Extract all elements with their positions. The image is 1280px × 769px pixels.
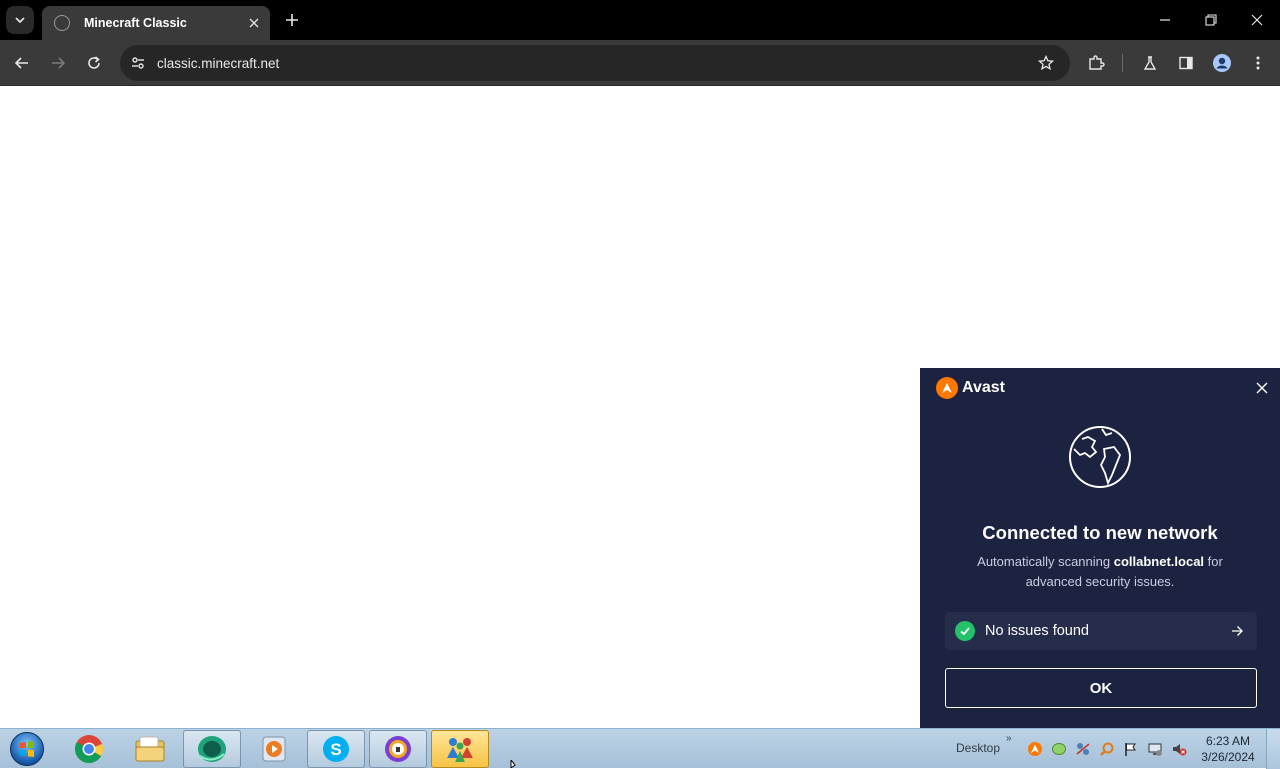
back-button[interactable] <box>8 49 36 77</box>
taskbar-file-explorer[interactable] <box>121 730 179 768</box>
computer-tray-icon[interactable] <box>1146 740 1164 758</box>
vpn-icon <box>385 736 411 762</box>
site-info-button[interactable] <box>124 49 152 77</box>
close-icon <box>249 18 259 28</box>
flag-tray-icon[interactable] <box>1122 740 1140 758</box>
clock-date: 3/26/2024 <box>1201 750 1255 764</box>
scan-status-text: No issues found <box>985 623 1089 639</box>
media-player-icon <box>262 736 286 762</box>
new-tab-button[interactable] <box>280 8 304 32</box>
reload-button[interactable] <box>80 49 108 77</box>
chrome-menu-button[interactable] <box>1244 49 1272 77</box>
taskbar-skype[interactable]: S <box>307 730 365 768</box>
toolbar-overflow-chevron[interactable]: » <box>1006 733 1012 744</box>
avast-logo-icon <box>936 377 958 399</box>
taskbar: S Desktop » 6:23 AM 3/26/2024 <box>0 728 1280 769</box>
svg-text:S: S <box>330 740 341 759</box>
tab-minecraft-classic[interactable]: Minecraft Classic <box>42 6 270 40</box>
arrow-left-icon <box>14 57 28 69</box>
labs-button[interactable] <box>1136 49 1164 77</box>
title-bar: Minecraft Classic <box>0 0 1280 40</box>
chevron-down-icon <box>15 17 25 24</box>
chat-tray-icon[interactable] <box>1050 740 1068 758</box>
volume-muted-tray-icon[interactable] <box>1170 740 1188 758</box>
file-explorer-icon <box>135 736 165 762</box>
url-text: classic.minecraft.net <box>157 55 280 71</box>
tab-title: Minecraft Classic <box>84 16 187 30</box>
taskbar-vpn[interactable] <box>369 730 427 768</box>
avast-title: Connected to new network <box>982 522 1218 543</box>
side-panel-button[interactable] <box>1172 49 1200 77</box>
flask-icon <box>1143 56 1157 70</box>
avast-brand-label: Avast <box>962 379 1005 396</box>
restore-icon <box>1205 14 1217 26</box>
avast-header: Avast <box>936 377 1005 399</box>
star-icon <box>1038 55 1054 71</box>
tab-close-button[interactable] <box>244 13 264 33</box>
close-window-button[interactable] <box>1234 0 1280 40</box>
chrome-icon <box>75 735 103 763</box>
skype-icon: S <box>323 736 349 762</box>
scan-status-row[interactable]: No issues found <box>945 612 1257 650</box>
search-tray-icon[interactable] <box>1098 740 1116 758</box>
show-desktop-button[interactable] <box>1266 729 1280 769</box>
puzzle-icon <box>1089 55 1105 70</box>
forward-button[interactable] <box>44 49 72 77</box>
mouse-cursor-icon <box>510 760 516 768</box>
network-users-icon <box>447 738 473 762</box>
browser-toolbar: classic.minecraft.net <box>0 40 1280 86</box>
check-circle-icon <box>955 621 975 641</box>
close-icon <box>1256 382 1268 394</box>
browser-app-icon <box>198 736 226 762</box>
network-tray-icon[interactable] <box>1074 740 1092 758</box>
network-name: collabnet.local <box>1113 554 1205 569</box>
ok-button[interactable]: OK <box>945 668 1257 708</box>
taskbar-browser-app[interactable] <box>183 730 241 768</box>
toolbar-separator <box>1122 54 1123 72</box>
close-icon <box>1251 14 1263 26</box>
avast-close-button[interactable] <box>1252 378 1272 398</box>
desktop-toolbar-label[interactable]: Desktop <box>956 741 1000 755</box>
avatar-icon <box>1213 54 1231 72</box>
globe-favicon-icon <box>54 15 70 31</box>
windows-logo-icon <box>10 732 44 766</box>
profile-button[interactable] <box>1208 49 1236 77</box>
avast-notification: Avast Connected to new network Automatic… <box>920 368 1280 728</box>
tab-search-button[interactable] <box>6 6 34 34</box>
globe-icon <box>1069 426 1131 488</box>
address-bar[interactable]: classic.minecraft.net <box>120 45 1070 81</box>
arrow-right-icon <box>52 57 66 69</box>
tune-icon <box>132 57 144 69</box>
desc-prefix: Automatically scanning <box>977 554 1114 569</box>
taskbar-chrome[interactable] <box>60 730 118 768</box>
taskbar-network-users[interactable] <box>431 730 489 768</box>
restore-button[interactable] <box>1188 0 1234 40</box>
minimize-button[interactable] <box>1142 0 1188 40</box>
taskbar-clock[interactable]: 6:23 AM 3/26/2024 <box>1196 733 1260 765</box>
arrow-right-icon <box>1227 621 1247 641</box>
plus-icon <box>286 14 298 26</box>
reload-icon <box>88 56 100 69</box>
bookmark-button[interactable] <box>1032 49 1060 77</box>
avast-description: Automatically scanning collabnet.local f… <box>960 552 1240 592</box>
more-vertical-icon <box>1256 56 1260 70</box>
taskbar-media-player[interactable] <box>245 730 303 768</box>
extensions-button[interactable] <box>1082 49 1110 77</box>
minimize-icon <box>1160 19 1170 21</box>
start-button[interactable] <box>4 731 50 767</box>
side-panel-icon <box>1179 56 1193 70</box>
avast-tray-icon[interactable] <box>1026 740 1044 758</box>
clock-time: 6:23 AM <box>1205 734 1251 748</box>
